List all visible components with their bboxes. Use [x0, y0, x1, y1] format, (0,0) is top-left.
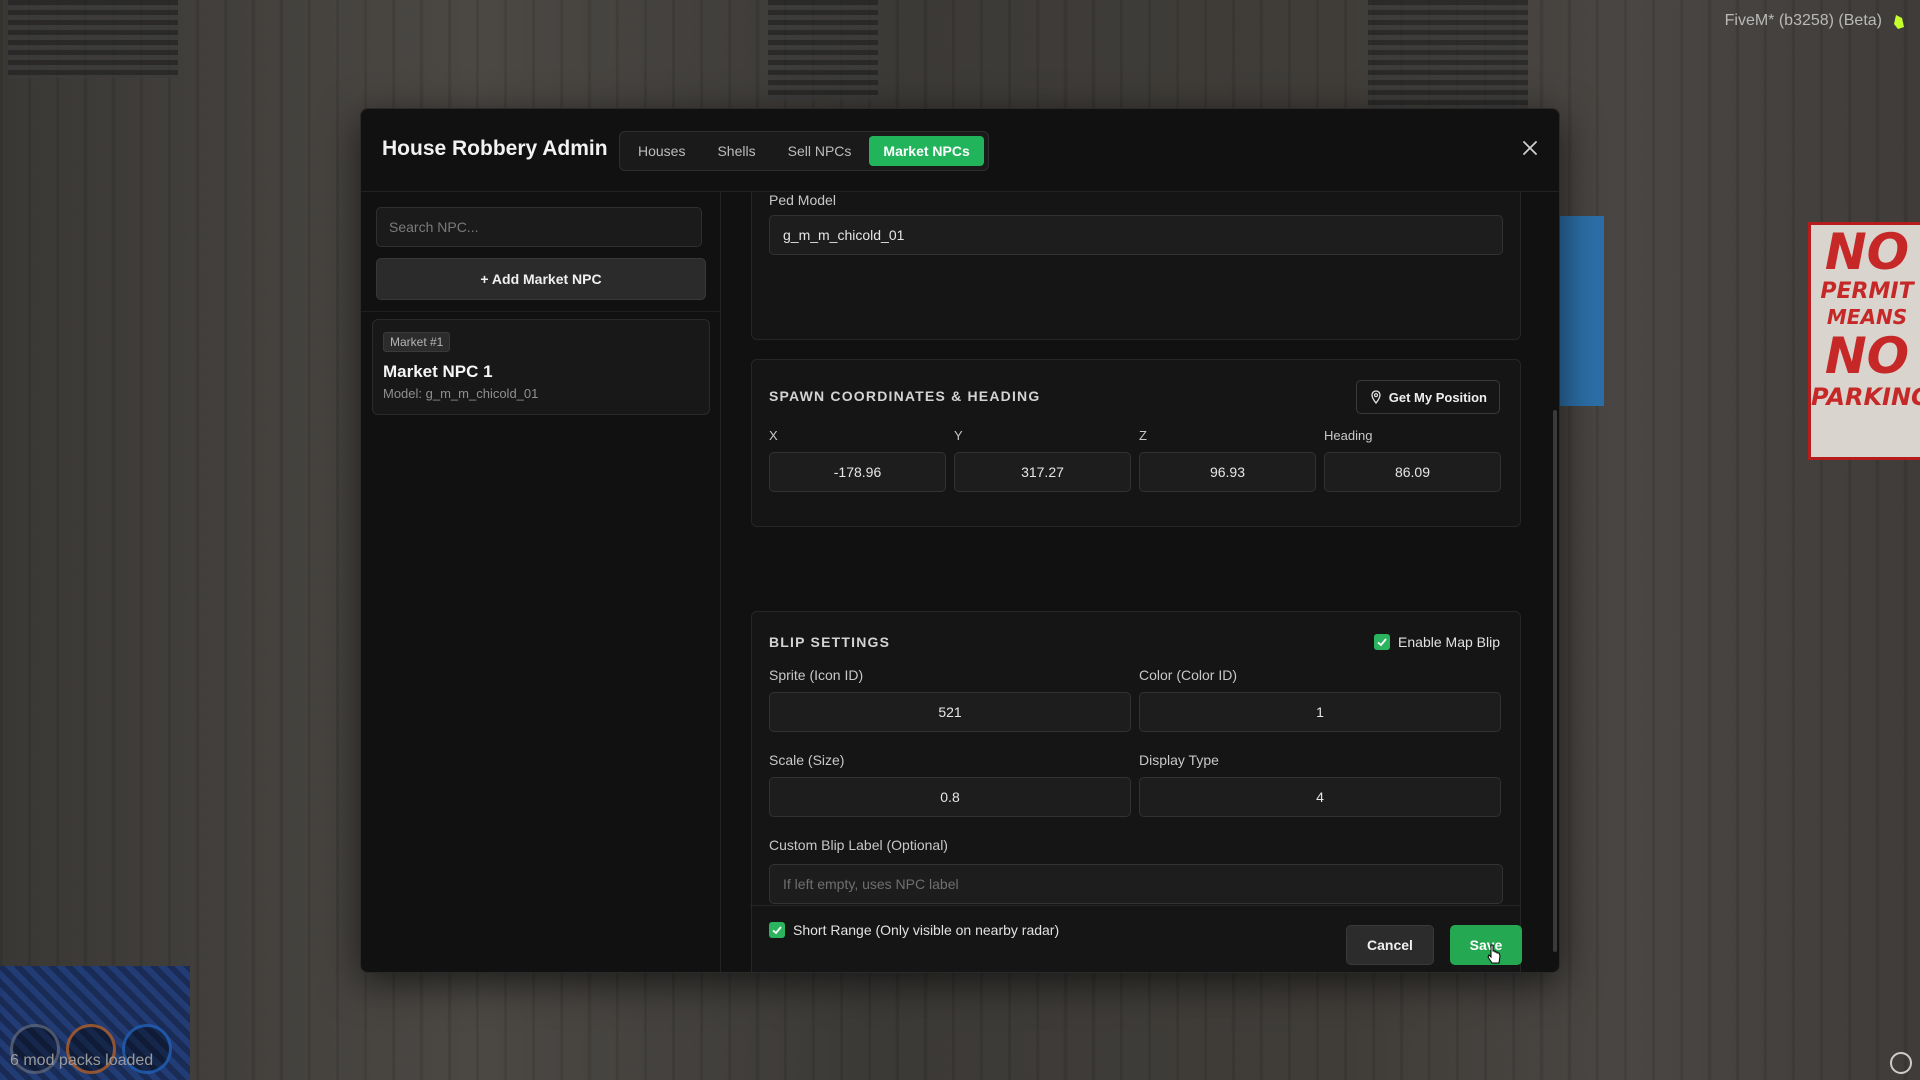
- modal-header: House Robbery Admin Houses Shells Sell N…: [361, 109, 1559, 192]
- color-input[interactable]: 1: [1139, 692, 1501, 732]
- mod-packs-status: 6 mod packs loaded: [10, 1052, 154, 1069]
- tab-bar: Houses Shells Sell NPCs Market NPCs: [619, 131, 989, 171]
- background-vent-left: [8, 0, 178, 78]
- editor-scrollbar[interactable]: [1553, 410, 1557, 952]
- x-label: X: [769, 428, 778, 443]
- custom-blip-label-label: Custom Blip Label (Optional): [769, 837, 948, 853]
- custom-blip-label-input[interactable]: If left empty, uses NPC label: [769, 864, 1503, 904]
- get-my-position-button[interactable]: Get My Position: [1355, 380, 1500, 414]
- heading-input[interactable]: 86.09: [1324, 452, 1501, 492]
- blip-settings-section: BLIP SETTINGS Enable Map Blip Sprite (Ic…: [751, 611, 1521, 972]
- mouse-cursor-icon: [1487, 944, 1501, 964]
- spawn-coordinates-section: SPAWN COORDINATES & HEADING Get My Posit…: [751, 359, 1521, 527]
- x-coordinate-input[interactable]: -178.96: [769, 452, 946, 492]
- ped-model-input[interactable]: g_m_m_chicold_01: [769, 215, 1503, 255]
- close-icon[interactable]: [1519, 137, 1541, 159]
- admin-modal: House Robbery Admin Houses Shells Sell N…: [360, 108, 1560, 973]
- custom-blip-placeholder: If left empty, uses NPC label: [783, 876, 959, 892]
- blip-section-title: BLIP SETTINGS: [769, 634, 891, 650]
- background-parking-sign: NO PERMIT MEANS NO PARKING: [1808, 222, 1920, 460]
- ped-model-section: Ped Model g_m_m_chicold_01: [751, 192, 1521, 340]
- enable-map-blip-toggle[interactable]: Enable Map Blip: [1374, 634, 1500, 650]
- y-coordinate-input[interactable]: 317.27: [954, 452, 1131, 492]
- background-blue-sign: [1560, 216, 1604, 406]
- short-range-checkbox[interactable]: [769, 922, 785, 938]
- npc-model: Model: g_m_m_chicold_01: [383, 386, 539, 401]
- fivem-status-icon: [1894, 15, 1904, 29]
- sprite-input[interactable]: 521: [769, 692, 1131, 732]
- npc-badge: Market #1: [383, 332, 451, 352]
- add-market-npc-button[interactable]: + Add Market NPC: [376, 258, 706, 300]
- checkmark-icon: [1377, 638, 1387, 647]
- short-range-toggle[interactable]: Short Range (Only visible on nearby rada…: [769, 922, 1059, 938]
- z-coordinate-input[interactable]: 96.93: [1139, 452, 1316, 492]
- search-npc-input[interactable]: [376, 207, 702, 247]
- get-my-position-label: Get My Position: [1388, 389, 1487, 405]
- short-range-label: Short Range (Only visible on nearby rada…: [793, 922, 1060, 938]
- sign-text-no-2: NO: [1824, 327, 1910, 385]
- npc-name: Market NPC 1: [383, 362, 493, 381]
- npc-list-item[interactable]: Market #1 Market NPC 1 Model: g_m_m_chic…: [372, 319, 710, 415]
- cancel-button[interactable]: Cancel: [1346, 925, 1434, 965]
- sign-text-parking: PARKING: [1811, 383, 1920, 411]
- location-pin-icon: [1371, 390, 1381, 404]
- sign-text-permit: PERMIT: [1820, 279, 1914, 304]
- tab-shells[interactable]: Shells: [703, 136, 769, 166]
- checkmark-icon: [772, 926, 782, 935]
- background-vent-middle: [768, 0, 878, 100]
- heading-label: Heading: [1324, 428, 1373, 443]
- npc-editor: Ped Model g_m_m_chicold_01 SPAWN COORDIN…: [721, 192, 1559, 972]
- spawn-section-title: SPAWN COORDINATES & HEADING: [769, 388, 1041, 404]
- sign-text-means: MEANS: [1826, 305, 1908, 329]
- z-label: Z: [1139, 428, 1147, 443]
- display-type-input[interactable]: 4: [1139, 777, 1501, 817]
- footer-divider: [750, 905, 1520, 906]
- ped-model-label: Ped Model: [769, 192, 836, 208]
- tab-sell-npcs[interactable]: Sell NPCs: [774, 136, 866, 166]
- sign-text-no: NO: [1824, 223, 1910, 281]
- display-type-label: Display Type: [1139, 752, 1219, 768]
- sidebar-divider: [361, 311, 720, 312]
- enable-blip-label: Enable Map Blip: [1398, 634, 1500, 650]
- modal-title: House Robbery Admin: [382, 137, 608, 160]
- npc-sidebar: + Add Market NPC Market #1 Market NPC 1 …: [361, 192, 721, 972]
- hud-corner-icon: [1890, 1052, 1912, 1074]
- background-vent-right: [1368, 0, 1528, 110]
- fivem-build-label: FiveM* (b3258) (Beta): [1724, 12, 1882, 29]
- color-label: Color (Color ID): [1139, 667, 1238, 683]
- enable-blip-checkbox[interactable]: [1374, 634, 1391, 650]
- tab-houses[interactable]: Houses: [624, 136, 699, 166]
- tab-market-npcs[interactable]: Market NPCs: [869, 136, 984, 166]
- scale-input[interactable]: 0.8: [769, 777, 1131, 817]
- sprite-label: Sprite (Icon ID): [769, 667, 864, 683]
- scale-label: Scale (Size): [769, 752, 845, 768]
- y-label: Y: [954, 428, 963, 443]
